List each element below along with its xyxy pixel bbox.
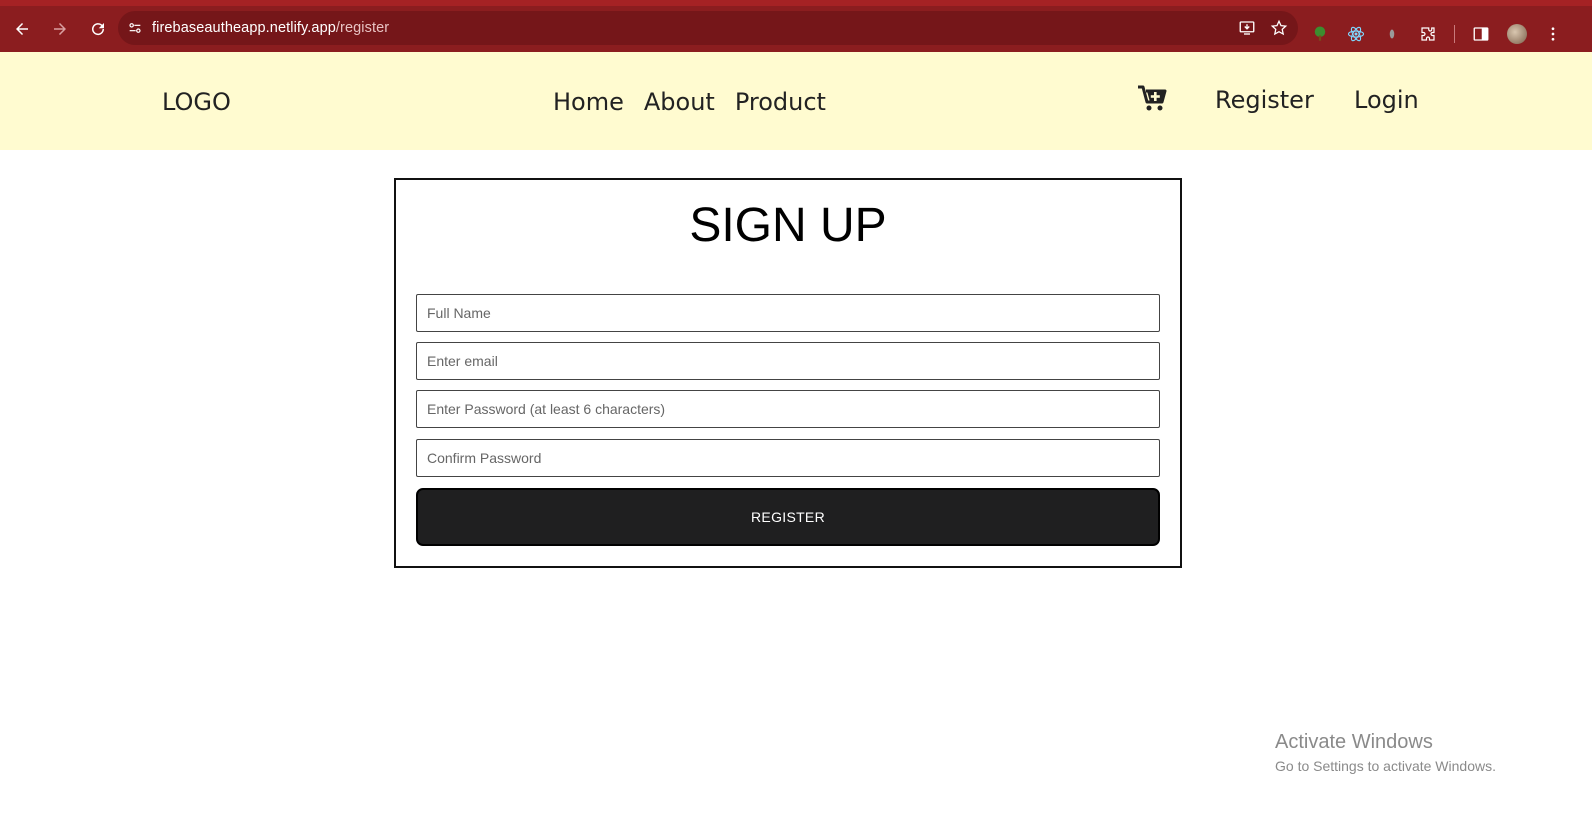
site-info-icon[interactable] [118,11,152,45]
reload-button[interactable] [80,11,116,47]
address-bar[interactable]: firebaseautheapp.netlify.app/register [118,11,1298,45]
windows-activation-watermark: Activate Windows Go to Settings to activ… [1275,730,1496,776]
cart-plus-icon[interactable] [1137,84,1167,112]
avatar [1507,24,1527,44]
register-button[interactable]: REGISTER [416,488,1160,546]
email-input[interactable] [416,342,1160,380]
back-button[interactable] [4,11,40,47]
site-logo[interactable]: LOGO [162,88,231,116]
full-name-input[interactable] [416,294,1160,332]
confirm-password-input[interactable] [416,439,1160,477]
bookmark-star-icon[interactable] [1270,19,1288,37]
back-arrow-icon [16,23,28,35]
nav-home-link[interactable]: Home [553,88,624,116]
forward-arrow-icon [54,23,66,35]
extensions-puzzle-icon[interactable] [1418,24,1438,44]
profile-avatar[interactable] [1507,24,1527,44]
url-path: /register [335,20,390,36]
site-header: LOGO Home About Product Register Login [0,52,1592,150]
forward-button[interactable] [42,11,78,47]
browser-toolbar: firebaseautheapp.netlify.app/register [0,0,1592,52]
url-host: firebaseautheapp.netlify.app [152,20,336,36]
nav-product-link[interactable]: Product [735,88,826,116]
side-panel-icon[interactable] [1471,24,1491,44]
register-link[interactable]: Register [1215,86,1314,114]
nav-about-link[interactable]: About [644,88,715,116]
extension-icon[interactable] [1382,24,1402,44]
install-app-icon[interactable] [1238,19,1256,37]
browser-menu-icon[interactable] [1543,24,1563,44]
tree-extension-icon[interactable] [1310,24,1330,44]
password-input[interactable] [416,390,1160,428]
toolbar-divider [1454,25,1455,43]
watermark-subtitle: Go to Settings to activate Windows. [1275,758,1496,774]
main-nav: Home About Product [553,88,826,116]
watermark-title: Activate Windows [1275,731,1433,753]
login-link[interactable]: Login [1354,86,1419,114]
react-devtools-icon[interactable] [1346,24,1366,44]
signup-title: SIGN UP [689,199,887,252]
url-text: firebaseautheapp.netlify.app/register [152,20,389,36]
reload-icon [92,23,105,36]
signup-card: SIGN UP REGISTER [394,178,1182,568]
